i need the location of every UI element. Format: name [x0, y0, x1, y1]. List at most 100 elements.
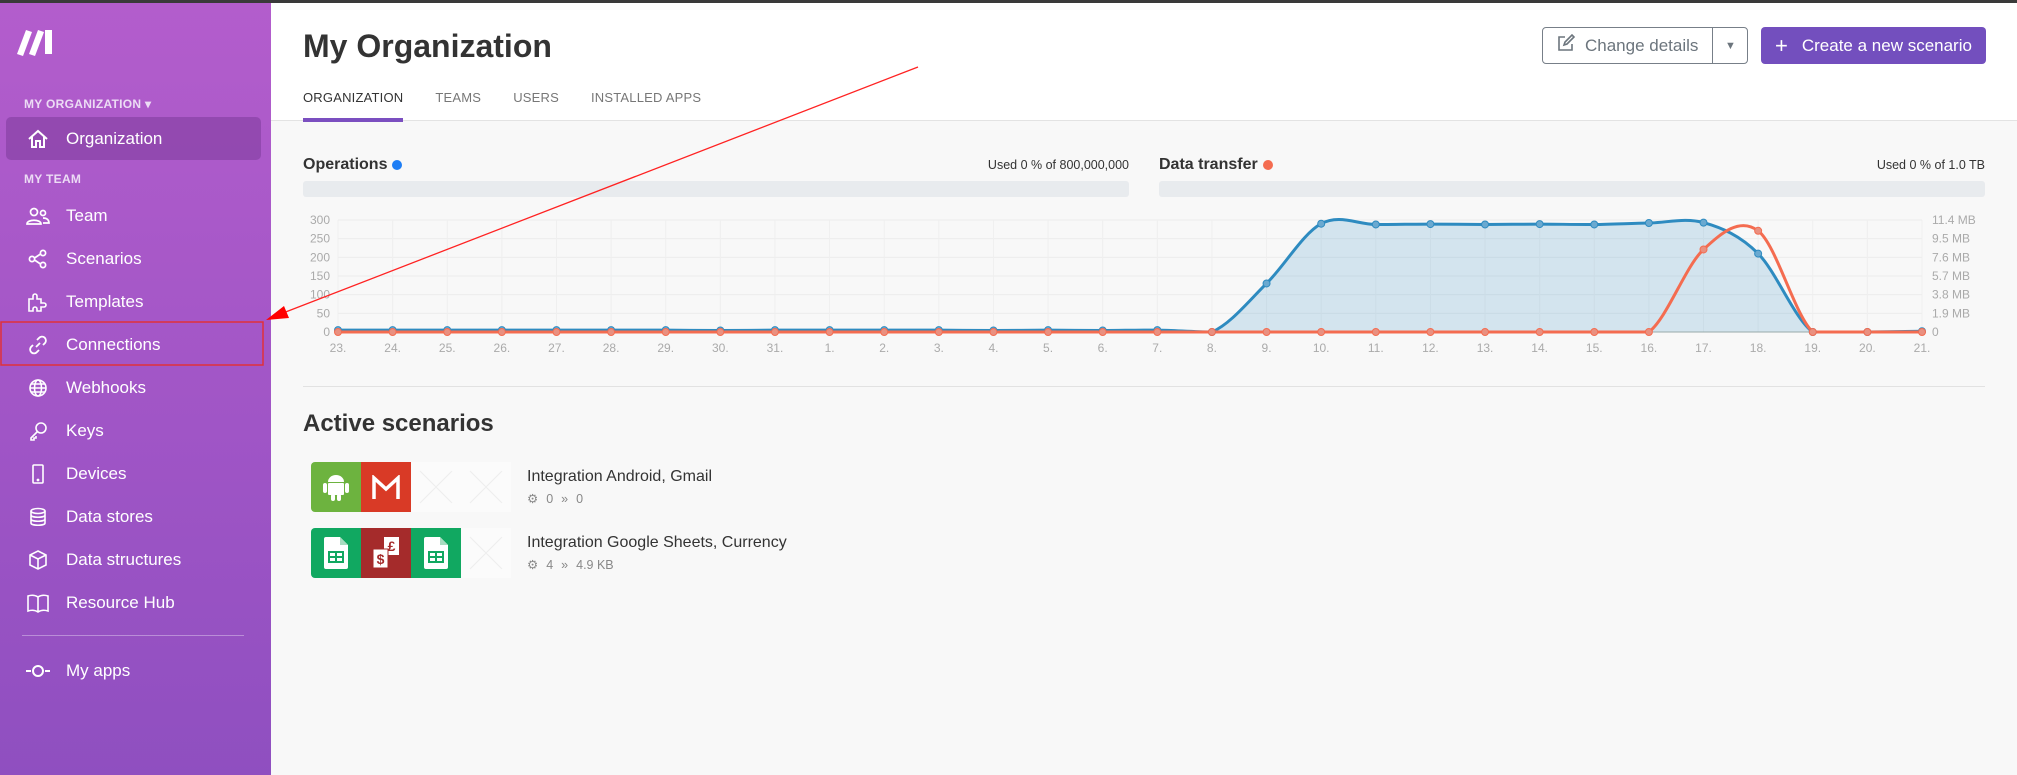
transfer-used: Used 0 % of 1.0 TB [1876, 158, 1985, 172]
puzzle-icon [6, 292, 66, 312]
x-tick-label: 17. [1695, 341, 1712, 355]
x-tick-label: 3. [934, 341, 944, 355]
sidebar-item-devices[interactable]: Devices [6, 452, 261, 495]
scenario-name[interactable]: Integration Google Sheets, Currency [527, 534, 787, 552]
empty-module-placeholder [411, 462, 461, 512]
data-transfer-point [1644, 328, 1653, 336]
operations-point [1481, 220, 1490, 229]
tab-teams[interactable]: TEAMS [435, 90, 481, 122]
x-tick-label: 1. [825, 341, 835, 355]
tab-users[interactable]: USERS [513, 90, 559, 122]
data-transfer-point [989, 328, 998, 336]
scenario-row[interactable]: Integration Android, Gmail ⚙ 0 » 0 [311, 462, 712, 512]
data-transfer-point [934, 328, 943, 336]
sidebar-item-team[interactable]: Team [6, 194, 261, 237]
database-icon [6, 507, 66, 527]
operations-point [1262, 279, 1271, 288]
tab-installed-apps[interactable]: INSTALLED APPS [591, 90, 701, 122]
x-tick-label: 23. [330, 341, 347, 355]
operations-label: Operations [303, 156, 388, 173]
currency-icon: £ $ [361, 528, 411, 578]
empty-module-placeholder [461, 528, 511, 578]
sidebar-divider [22, 635, 244, 636]
data-transfer-point [661, 328, 670, 336]
x-tick-label: 11. [1368, 341, 1384, 355]
tab-organization[interactable]: ORGANIZATION [303, 90, 404, 122]
operations-point [1590, 220, 1599, 229]
google-sheets-icon [311, 528, 361, 578]
sidebar-item-data-stores[interactable]: Data stores [6, 495, 261, 538]
x-tick-label: 6. [1098, 341, 1108, 355]
create-scenario-button[interactable]: + Create a new scenario [1761, 27, 1986, 64]
operations-point [1371, 220, 1380, 229]
data-transfer-point [1153, 328, 1162, 336]
team-section-label: MY TEAM [24, 172, 82, 186]
sidebar-item-keys[interactable]: Keys [6, 409, 261, 452]
data-transfer-point [1754, 226, 1763, 235]
data-transfer-point [1371, 328, 1380, 336]
operations-point [1426, 220, 1435, 229]
tabs: ORGANIZATION TEAMS USERS INSTALLED APPS [303, 90, 701, 122]
make-logo[interactable] [17, 28, 55, 61]
usage-chart: 0 0 50 1.9 MB 100 3.8 MB 150 5.7 MB 200 7.6 MB 250… [310, 213, 1976, 355]
org-section-toggle[interactable]: MY ORGANIZATION ▾ [24, 97, 151, 111]
x-tick-label: 5. [1043, 341, 1053, 355]
sidebar-item-templates[interactable]: Templates [6, 280, 261, 323]
data-transfer-point [825, 328, 834, 336]
window-top-border [0, 0, 2017, 3]
operations-progress-bar [303, 181, 1129, 197]
left-tick-label: 50 [317, 306, 331, 320]
x-tick-label: 14. [1531, 341, 1548, 355]
sidebar-item-webhooks[interactable]: Webhooks [6, 366, 261, 409]
x-tick-label: 2. [879, 341, 889, 355]
edit-icon [1557, 33, 1576, 57]
transfer-progress-bar [1159, 181, 1985, 197]
data-transfer-point [1207, 328, 1216, 336]
right-tick-label: 9.5 MB [1932, 232, 1970, 246]
change-details-button[interactable]: Change details [1543, 28, 1714, 63]
x-tick-label: 24. [384, 341, 401, 355]
cube-icon [6, 549, 66, 570]
x-tick-label: 29. [657, 341, 674, 355]
scenario-name[interactable]: Integration Android, Gmail [527, 468, 712, 486]
x-tick-label: 25. [439, 341, 456, 355]
x-tick-label: 20. [1859, 341, 1876, 355]
data-transfer-point [1481, 328, 1490, 336]
gmail-icon [361, 462, 411, 512]
x-tick-label: 7. [1152, 341, 1162, 355]
left-tick-label: 100 [310, 288, 330, 302]
right-tick-label: 1.9 MB [1932, 306, 1970, 320]
operations-used: Used 0 % of 800,000,000 [987, 158, 1129, 172]
data-transfer-point [1918, 328, 1926, 336]
double-chevron-down-icon: » [561, 491, 569, 506]
data-transfer-point [1535, 328, 1544, 336]
x-tick-label: 31. [767, 341, 784, 355]
transfer-usage: Data transfer Used 0 % of 1.0 TB [1159, 155, 1985, 197]
left-tick-label: 0 [323, 325, 330, 339]
android-icon [311, 462, 361, 512]
google-sheets-icon [411, 528, 461, 578]
x-tick-label: 13. [1477, 341, 1494, 355]
data-transfer-point [1699, 245, 1708, 254]
sidebar-item-data-structures[interactable]: Data structures [6, 538, 261, 581]
change-details-dropdown[interactable]: ▼ [1713, 28, 1747, 63]
scenario-row[interactable]: £ $ Integration Google Sheets, Currency ⚙ 4 »… [311, 528, 787, 578]
data-transfer-point [334, 328, 342, 336]
apps-icon [6, 664, 66, 677]
data-transfer-point [716, 328, 725, 336]
sidebar-item-my-apps[interactable]: My apps [6, 649, 261, 692]
page-header: My Organization ORGANIZATION TEAMS USERS… [271, 3, 2017, 122]
sidebar: MY ORGANIZATION ▾ Organization MY TEAM T… [0, 3, 271, 775]
sidebar-item-organization[interactable]: Organization [6, 117, 261, 160]
data-transfer-point [497, 328, 506, 336]
sidebar-item-scenarios[interactable]: Scenarios [6, 237, 261, 280]
operations-dot [392, 160, 403, 170]
data-transfer-point [443, 328, 452, 336]
page-title: My Organization [303, 28, 552, 64]
share-icon [6, 249, 66, 269]
link-icon [6, 335, 66, 355]
x-tick-label: 15. [1586, 341, 1603, 355]
sidebar-item-connections[interactable]: Connections [6, 323, 261, 366]
sidebar-item-resource-hub[interactable]: Resource Hub [6, 581, 261, 624]
right-tick-label: 0 [1932, 325, 1939, 339]
